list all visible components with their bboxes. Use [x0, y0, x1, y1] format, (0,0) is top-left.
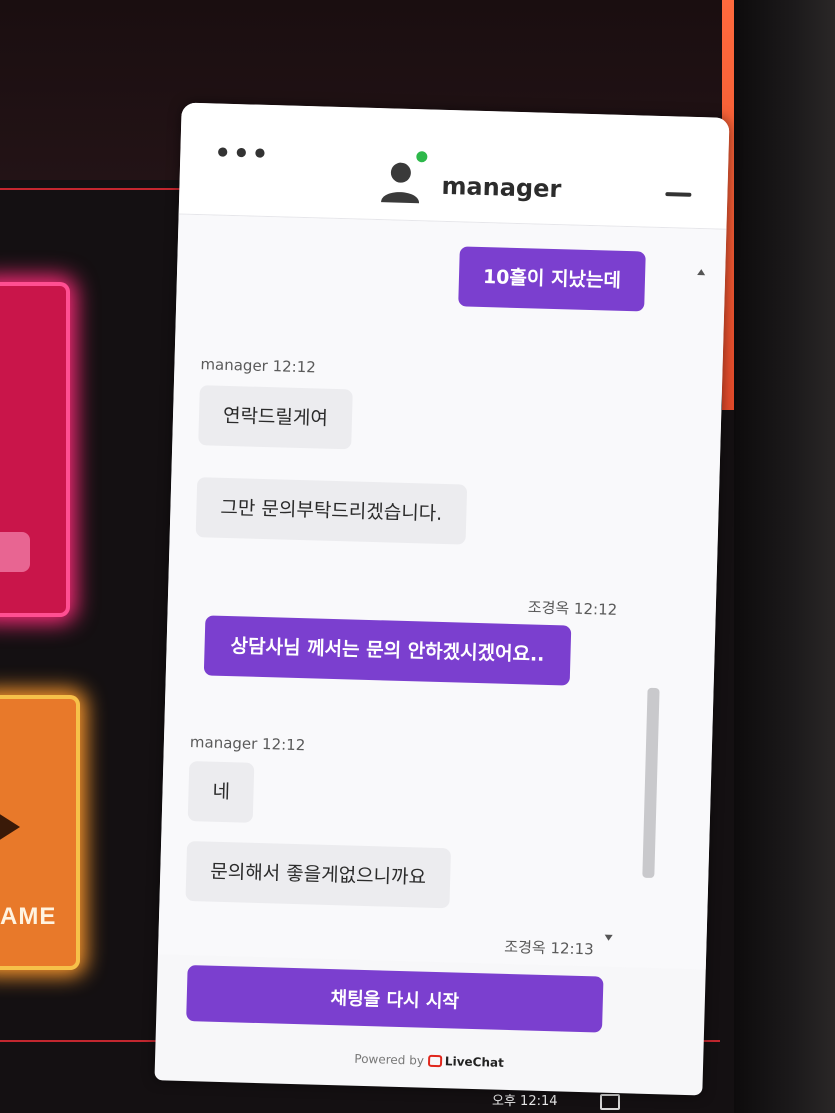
restart-chat-button[interactable]: 채팅을 다시 시작 [186, 965, 604, 1033]
agent-message: 문의해서 좋을게없으니까요 [185, 840, 451, 909]
message-meta: 조경옥 12:12 [527, 598, 618, 619]
livechat-brand: LiveChat [444, 1054, 505, 1070]
game-card-orange[interactable]: AME [0, 695, 80, 970]
visitor-message: 10흘이 지났는데 [458, 246, 646, 312]
game-card-button[interactable] [0, 532, 30, 572]
powered-by-text: Powered by [354, 1051, 425, 1068]
game-card-label: AME [0, 903, 57, 930]
agent-message: 네 [187, 761, 255, 823]
online-status-icon [416, 151, 428, 163]
powered-by-footer[interactable]: Powered by LiveChat [155, 1046, 703, 1075]
agent-avatar-icon [381, 162, 420, 204]
chat-widget: ••• manager 10흘이 지났는데 manager 12:12 연락드릴… [154, 102, 730, 1096]
game-card-pink[interactable] [0, 282, 70, 617]
scroll-up-icon[interactable] [697, 269, 706, 276]
chat-header: ••• manager [178, 102, 730, 230]
agent-message: 그만 문의부탁드리겠습니다. [195, 477, 468, 545]
agent-name: manager [441, 171, 562, 204]
play-arrow-icon [0, 813, 20, 841]
agent-message: 연락드릴게여 [198, 385, 353, 450]
message-meta: 조경옥 12:13 [504, 937, 594, 959]
monitor-bezel [734, 0, 835, 1113]
scrollbar-thumb[interactable] [642, 687, 660, 879]
notification-icon[interactable] [600, 1094, 620, 1110]
visitor-message: 상담사님 께서는 문의 안하겠시겠어요.. [203, 615, 572, 686]
message-meta: manager 12:12 [189, 733, 306, 755]
message-list[interactable]: 10흘이 지났는데 manager 12:12 연락드릴게여 그만 문의부탁드리… [157, 214, 727, 970]
livechat-logo-icon [427, 1054, 443, 1068]
message-meta: manager 12:12 [200, 355, 317, 377]
taskbar-clock: 오후 12:14 [492, 1094, 558, 1109]
more-options-icon[interactable]: ••• [214, 138, 271, 170]
scroll-down-icon[interactable] [604, 934, 613, 941]
minimize-button[interactable] [665, 192, 692, 197]
